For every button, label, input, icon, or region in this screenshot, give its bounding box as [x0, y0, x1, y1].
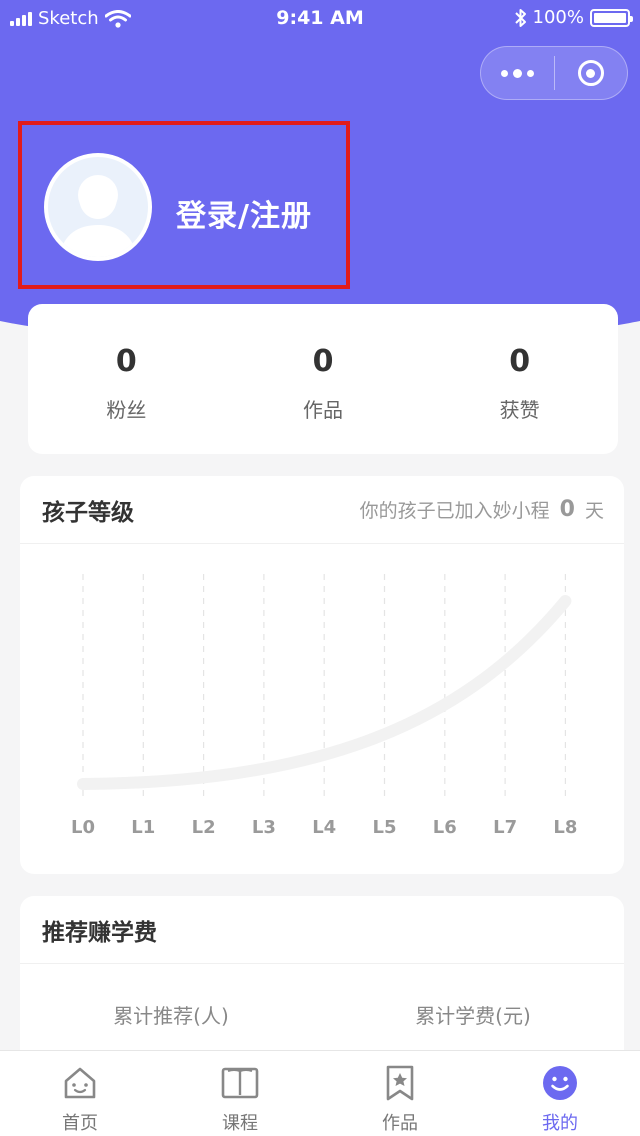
stat-likes[interactable]: 0 获赞	[421, 304, 618, 454]
joined-prefix: 你的孩子已加入妙小程	[359, 500, 550, 522]
referral-stats: 累计推荐(人) 累计学费(元)	[20, 964, 624, 1029]
joined-suffix: 天	[584, 500, 604, 522]
login-register-link[interactable]: 登录/注册	[176, 191, 312, 235]
level-tick-l4: L4	[312, 817, 336, 838]
level-tick-l7: L7	[493, 817, 517, 838]
more-menu-button[interactable]	[481, 68, 554, 78]
joined-days-text: 你的孩子已加入妙小程 0 天	[360, 496, 604, 523]
tab-mine[interactable]: 我的	[480, 1051, 640, 1136]
total-referrals-label: 累计推荐(人)	[113, 1004, 229, 1028]
default-avatar-icon	[60, 175, 136, 257]
level-card-title: 孩子等级	[42, 499, 134, 526]
level-tick-l6: L6	[433, 817, 457, 838]
works-count: 0	[312, 344, 334, 379]
child-level-card: 孩子等级 你的孩子已加入妙小程 0 天 L0 L1 L2 L3 L4 L5 L6 L7 L8	[20, 476, 624, 874]
likes-label: 获赞	[499, 398, 540, 422]
battery-icon	[590, 8, 633, 27]
stat-fans[interactable]: 0 粉丝	[28, 304, 225, 454]
level-tick-l8: L8	[553, 817, 577, 838]
tab-works[interactable]: 作品	[320, 1051, 480, 1136]
level-growth-curve	[77, 595, 572, 790]
status-bar: Sketch 9:41 AM 100%	[0, 0, 640, 40]
level-tick-l1: L1	[131, 817, 155, 838]
level-tick-l0: L0	[71, 817, 95, 838]
likes-count: 0	[509, 344, 531, 379]
bluetooth-icon	[514, 8, 526, 27]
battery-percent: 100%	[532, 7, 584, 28]
level-growth-chart: L0 L1 L2 L3 L4 L5 L6 L7 L8	[71, 574, 577, 838]
bookmark-star-icon	[386, 1065, 414, 1101]
level-tick-l3: L3	[252, 817, 276, 838]
level-tick-l5: L5	[373, 817, 397, 838]
profile-page: Sketch 9:41 AM 100% 登录/注册 0 粉丝 0 作品 0 获赞…	[0, 0, 640, 1136]
close-mini-program-button[interactable]	[555, 60, 628, 86]
avatar[interactable]	[44, 153, 152, 261]
stat-works[interactable]: 0 作品	[225, 304, 422, 454]
tab-mine-label: 我的	[542, 1113, 578, 1134]
login-register-area[interactable]: 登录/注册	[18, 121, 350, 289]
referral-card-title: 推荐赚学费	[42, 919, 157, 946]
works-label: 作品	[303, 398, 343, 422]
tab-home-label: 首页	[62, 1113, 98, 1134]
total-tuition-label: 累计学费(元)	[415, 1004, 531, 1028]
fans-count: 0	[115, 344, 137, 379]
joined-days-count: 0	[559, 497, 575, 522]
mini-program-capsule	[480, 46, 628, 100]
fans-label: 粉丝	[106, 398, 147, 422]
smile-icon	[543, 1066, 577, 1100]
tab-courses-label: 课程	[222, 1113, 258, 1134]
stats-card: 0 粉丝 0 作品 0 获赞	[28, 304, 618, 454]
level-card-header: 孩子等级 你的孩子已加入妙小程 0 天	[20, 476, 624, 544]
referral-card-header: 推荐赚学费	[20, 896, 624, 964]
tab-home[interactable]: 首页	[0, 1051, 160, 1136]
tab-courses[interactable]: 课程	[160, 1051, 320, 1136]
home-icon	[64, 1067, 96, 1099]
tab-works-label: 作品	[382, 1113, 418, 1134]
tab-bar: 首页 课程 作品 我的	[0, 1050, 640, 1136]
book-icon	[221, 1067, 259, 1099]
status-right: 100%	[514, 7, 633, 28]
level-tick-l2: L2	[192, 817, 216, 838]
target-icon	[577, 60, 604, 86]
